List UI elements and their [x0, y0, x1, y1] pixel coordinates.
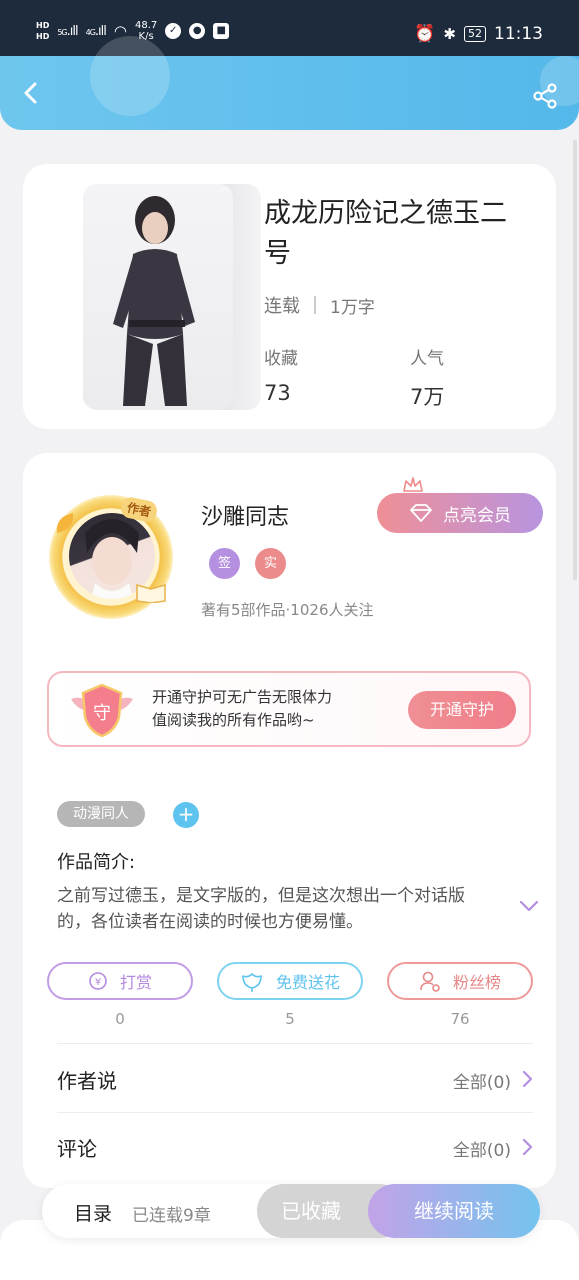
author-says-row[interactable]: 作者说 全部(0)	[57, 1049, 533, 1115]
back-arrow-icon[interactable]	[20, 81, 44, 105]
signed-author-badge: 签	[209, 548, 240, 579]
genre-tag[interactable]: 动漫同人	[57, 801, 145, 827]
signal-4g-icon: 4G.ıll	[85, 23, 107, 39]
continue-reading-button[interactable]: 继续阅读	[368, 1184, 540, 1238]
guard-shield-icon: 守	[71, 683, 133, 738]
clock: 11:13	[494, 24, 543, 44]
fan-count: 76	[450, 1010, 470, 1028]
bluetooth-icon: ✱	[443, 25, 456, 43]
app-notification-icon: ■	[213, 23, 230, 39]
author-avatar[interactable]: 作者	[39, 489, 187, 629]
verified-author-badge: 实	[255, 548, 286, 579]
scrollbar[interactable]	[573, 140, 577, 580]
chapter-count[interactable]: 已连载9章	[132, 1201, 211, 1226]
author-detail-card: 作者 沙雕同志 点亮会员 签 实 著有5部作品·1026人关注 守 开通守护可无…	[23, 453, 556, 1188]
serial-status: 连载	[264, 296, 300, 317]
chevron-right-icon	[522, 1070, 533, 1088]
send-flower-button[interactable]: 免费送花	[217, 962, 363, 1000]
chevron-right-icon	[522, 1138, 533, 1156]
diamond-icon	[410, 504, 432, 522]
battery-icon: 52	[464, 26, 486, 42]
hd-indicator: HD HD	[36, 21, 50, 41]
top-app-bar	[0, 36, 579, 130]
book-meta: 连载 1万字	[264, 292, 375, 318]
book-title: 成龙历险记之德玉二号	[264, 198, 507, 269]
crown-icon	[403, 477, 423, 492]
add-tag-button[interactable]: +	[173, 802, 199, 828]
bottom-action-bar: 目录 已连载9章 已收藏 继续阅读	[42, 1184, 540, 1238]
table-of-contents-button[interactable]: 目录	[74, 1199, 112, 1226]
popularity-stat: 人气 7万	[410, 349, 445, 409]
coin-icon: ¥	[89, 972, 107, 990]
synopsis-text: 之前写过德玉，是文字版的，但是这次想出一个对话版的，各位读者在阅读的时候也方便易…	[57, 886, 465, 932]
activate-vip-button[interactable]: 点亮会员	[377, 493, 543, 533]
guard-subscription-banner[interactable]: 守 开通守护可无广告无限体力 值阅读我的所有作品哟~ 开通守护	[47, 671, 531, 747]
book-decoration-icon	[136, 584, 166, 603]
guard-emblem-char: 守	[93, 703, 111, 724]
fan-ranking-button[interactable]: 粉丝榜	[387, 962, 533, 1000]
activate-guard-button[interactable]: 开通守护	[408, 691, 516, 729]
share-icon[interactable]	[531, 82, 559, 110]
flower-icon	[242, 973, 262, 992]
flower-count: 5	[285, 1010, 295, 1028]
book-info-card: 成龙历险记之德玉二号 连载 1万字 收藏 73 人气 7万	[23, 164, 556, 429]
author-stats: 著有5部作品·1026人关注	[201, 601, 374, 619]
word-count: 1万字	[330, 297, 375, 318]
chevron-down-icon[interactable]	[519, 899, 539, 913]
user-ranking-icon	[420, 971, 440, 992]
synopsis-label: 作品简介:	[57, 852, 136, 873]
book-cover-image[interactable]	[83, 184, 233, 410]
status-bar: HD HD 5G.ıll 4G.ıll ◠ 48.7 K/s ✓ ● ■ ⏰ ✱…	[0, 0, 579, 56]
leaf-decoration-icon	[56, 513, 74, 533]
comments-row[interactable]: 评论 全部(0)	[57, 1117, 533, 1183]
svg-text:¥: ¥	[95, 977, 101, 988]
shield-check-icon: ✓	[165, 23, 182, 39]
favorites-stat: 收藏 73	[264, 349, 298, 405]
reward-button[interactable]: ¥ 打赏	[47, 962, 193, 1000]
divider	[57, 1112, 533, 1113]
divider	[57, 1043, 533, 1044]
reward-count: 0	[115, 1010, 125, 1028]
character-illustration	[113, 196, 195, 406]
meta-divider	[314, 296, 316, 314]
guard-description: 开通守护可无广告无限体力 值阅读我的所有作品哟~	[152, 688, 333, 729]
signal-5g-icon: 5G.ıll	[57, 23, 78, 39]
wechat-icon: ●	[189, 23, 206, 39]
alarm-icon: ⏰	[414, 24, 436, 44]
author-name[interactable]: 沙雕同志	[201, 499, 289, 531]
header-bubble-decoration	[90, 36, 170, 116]
